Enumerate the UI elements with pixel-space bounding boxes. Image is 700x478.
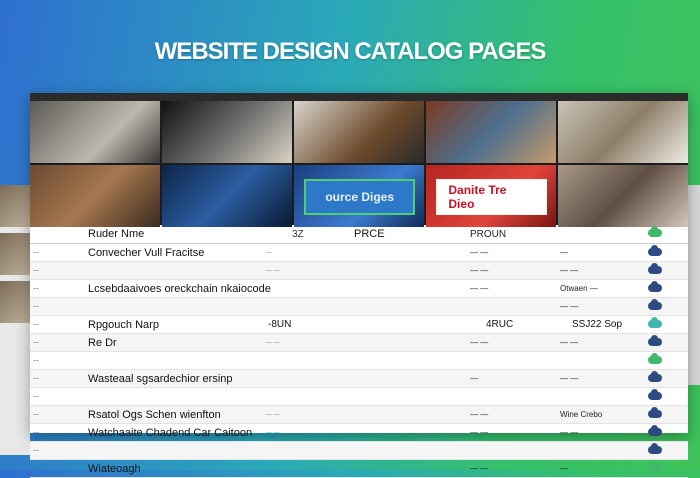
row-index: —: [33, 411, 39, 418]
row-index: —: [33, 285, 39, 292]
window-titlebar: [30, 93, 688, 101]
row-name[interactable]: Convecher Vull Fracitse: [88, 247, 288, 259]
gallery-image-banner-blue[interactable]: ource Diges: [294, 165, 424, 227]
row-status: Wine Crebo: [560, 410, 603, 419]
row-index: —: [33, 249, 39, 256]
headline-title: WEBSITE DESIGN CATALOG PAGES: [154, 38, 547, 65]
gallery-image[interactable]: [162, 165, 292, 227]
gallery-image[interactable]: [30, 165, 160, 227]
row-link[interactable]: — —: [266, 340, 346, 346]
table-row[interactable]: — Wiateoagh — — —: [30, 460, 688, 478]
table-row[interactable]: — — — — — — —: [30, 262, 688, 280]
gallery-image[interactable]: [426, 101, 556, 163]
row-name[interactable]: Rsatol Ogs Schen wienfton: [88, 409, 288, 421]
gallery-image[interactable]: [558, 165, 688, 227]
table-row[interactable]: — — —: [30, 298, 688, 316]
banner-right[interactable]: Danite Tre Dieo: [436, 179, 547, 215]
row-name[interactable]: Re Dr: [88, 337, 288, 349]
row-link[interactable]: — —: [266, 268, 346, 274]
table-header-row: Ruder Nme 3Z PRCE PROUN: [30, 225, 688, 244]
table-row[interactable]: — Convecher Vull Fracitse — — — —: [30, 244, 688, 262]
cloud-icon[interactable]: [648, 262, 668, 276]
side-thumbnail: [0, 281, 30, 323]
cloud-icon[interactable]: [648, 316, 668, 330]
table-row[interactable]: —: [30, 352, 688, 370]
row-index: —: [33, 357, 39, 364]
table-row[interactable]: — Watchaaite Chadend Car Caitoon — — — — — —: [30, 424, 688, 442]
image-gallery: ource Diges Danite Tre Dieo: [30, 101, 688, 227]
row-index: —: [33, 393, 39, 400]
gallery-image[interactable]: [558, 101, 688, 163]
product-table: Ruder Nme 3Z PRCE PROUN — Convecher Vull …: [30, 225, 688, 478]
gallery-image[interactable]: [294, 101, 424, 163]
row-status: — —: [560, 266, 579, 275]
row-index: —: [33, 465, 39, 472]
row-link[interactable]: — —: [266, 412, 346, 418]
banner-right-label: Danite Tre Dieo: [438, 180, 545, 214]
table-row[interactable]: —: [30, 442, 688, 460]
cloud-icon[interactable]: [648, 370, 668, 384]
row-value: SSJ22 Sop: [572, 319, 623, 330]
side-thumbnail: [0, 233, 30, 275]
catalog-window: ource Diges Danite Tre Dieo Ruder Nme 3Z…: [30, 93, 688, 478]
row-index: —: [33, 375, 39, 382]
cloud-icon[interactable]: [648, 334, 668, 348]
row-value: -8UN: [268, 319, 292, 330]
row-status: — —: [560, 338, 579, 347]
row-name[interactable]: Wiateoagh: [88, 463, 288, 475]
row-index: —: [33, 339, 39, 346]
side-thumbnails-right: [688, 185, 700, 385]
side-thumbnail: [0, 185, 30, 227]
cloud-icon[interactable]: [648, 244, 668, 258]
header-name[interactable]: Ruder Nme: [88, 228, 288, 240]
side-thumbnails-left: [0, 185, 30, 455]
cloud-icon[interactable]: [648, 406, 668, 420]
row-name[interactable]: Rpgouch Narp: [88, 319, 288, 331]
header-price[interactable]: PRCE: [354, 228, 414, 240]
table-row[interactable]: — Re Dr — — — — — —: [30, 334, 688, 352]
cloud-icon[interactable]: [648, 352, 668, 366]
table-row[interactable]: — Rsatol Ogs Schen wienfton — — — — Wine Cre…: [30, 406, 688, 424]
cloud-icon: [648, 226, 668, 239]
table-row[interactable]: —: [30, 388, 688, 406]
table-row[interactable]: — Lcsebdaaivoes oreckchain nkaiocode — — Ot…: [30, 280, 688, 298]
row-index: —: [33, 303, 39, 310]
row-index: —: [33, 447, 39, 454]
row-status: — —: [560, 428, 579, 437]
row-name[interactable]: Lcsebdaaivoes oreckchain nkaiocode: [88, 283, 288, 295]
cloud-icon[interactable]: [648, 388, 668, 402]
row-value: 4RUC: [486, 319, 514, 330]
row-index: —: [33, 321, 39, 328]
gallery-image[interactable]: [30, 101, 160, 163]
row-index: —: [33, 429, 39, 436]
cloud-icon[interactable]: [648, 424, 668, 438]
table-row[interactable]: — Rpgouch Narp -8UN 4RUC SSJ22 Sop: [30, 316, 688, 334]
cloud-icon[interactable]: [648, 298, 668, 312]
row-status: Otwaen —: [560, 284, 598, 293]
row-index: —: [33, 267, 39, 274]
row-link[interactable]: —: [266, 250, 346, 256]
row-status: — —: [560, 374, 579, 383]
cloud-icon[interactable]: [648, 280, 668, 294]
row-status: —: [560, 248, 568, 257]
row-name[interactable]: Watchaaite Chadend Car Caitoon: [88, 427, 288, 439]
row-status: —: [560, 464, 568, 473]
row-link[interactable]: — —: [266, 430, 346, 436]
header-product[interactable]: PROUN: [470, 229, 590, 240]
table-row[interactable]: — Wasteaal sgsardechior ersinp — — —: [30, 370, 688, 388]
row-status: — —: [560, 302, 579, 311]
gallery-image[interactable]: [162, 101, 292, 163]
banner-left-label[interactable]: ource Diges: [304, 179, 415, 215]
cloud-icon[interactable]: [648, 442, 668, 456]
cloud-icon[interactable]: [648, 460, 668, 474]
gallery-image-banner-red[interactable]: Danite Tre Dieo: [426, 165, 556, 227]
row-name[interactable]: Wasteaal sgsardechior ersinp: [88, 373, 288, 385]
